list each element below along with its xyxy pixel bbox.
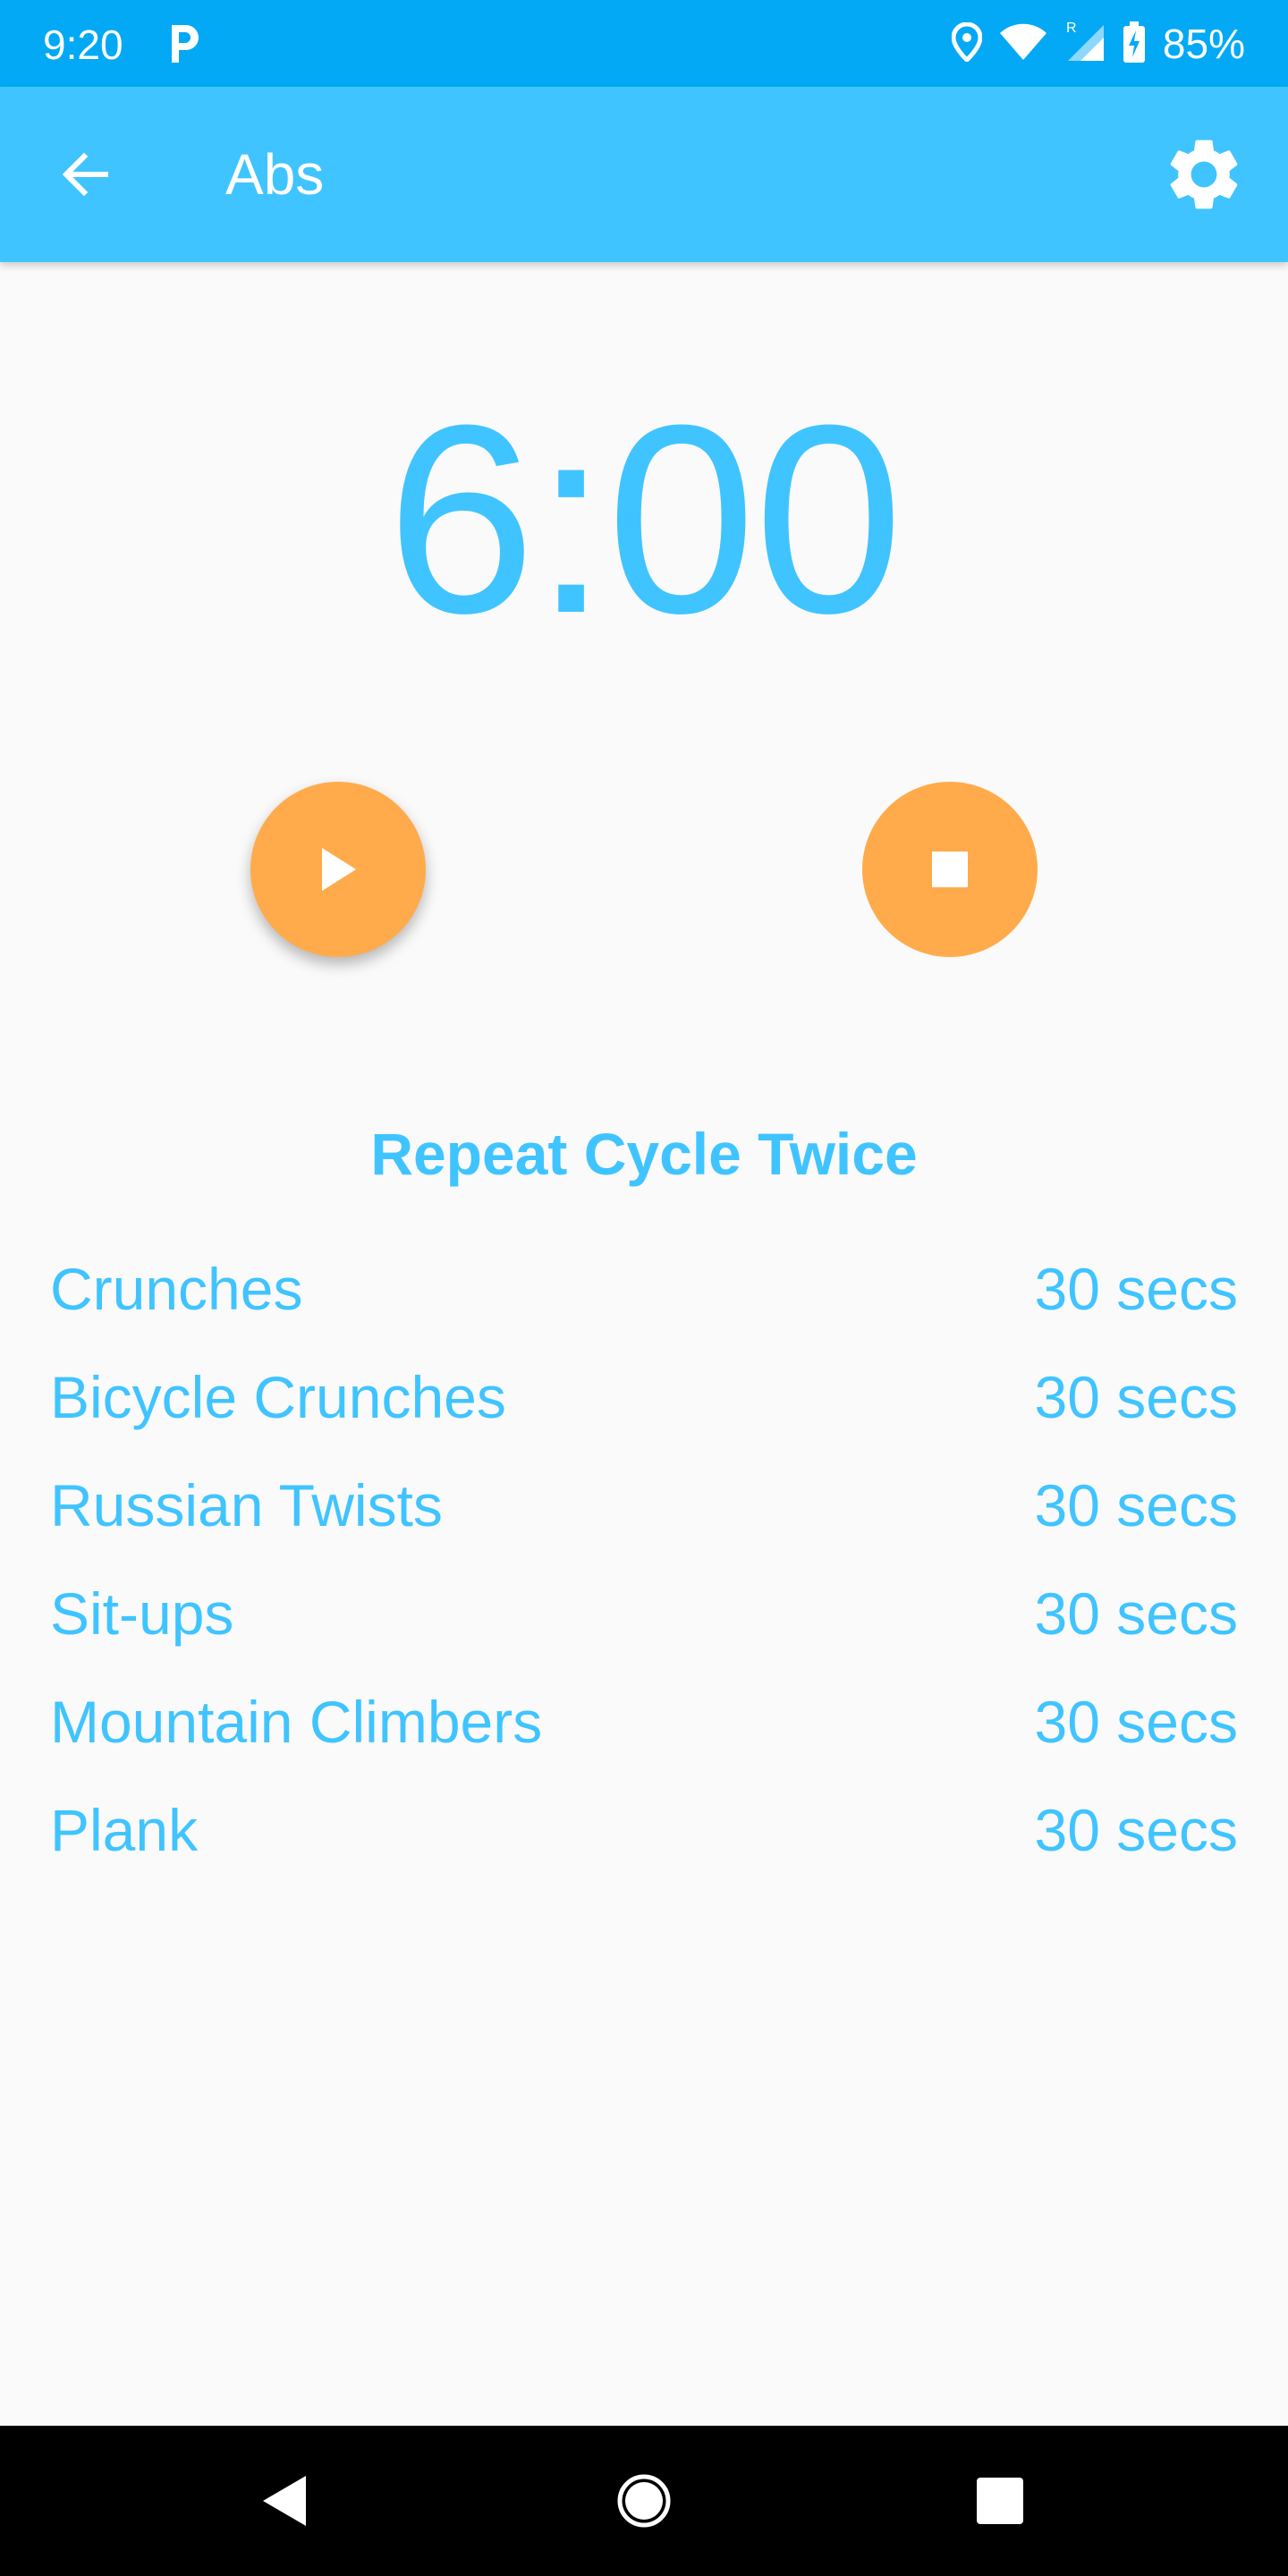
exercise-name: Bicycle Crunches: [50, 1363, 506, 1430]
stop-icon: [932, 852, 968, 887]
workout-title: Repeat Cycle Twice: [370, 1121, 918, 1187]
gear-icon: [1170, 140, 1238, 209]
exercise-list: Crunches 30 secs Bicycle Crunches 30 sec…: [50, 1234, 1238, 1884]
timer-display: 6:00: [386, 369, 903, 669]
location-icon: [951, 21, 983, 66]
arrow-back-icon: [62, 152, 108, 197]
exercise-name: Plank: [50, 1796, 199, 1863]
play-icon: [322, 848, 356, 891]
exercise-duration: 30 secs: [1034, 1688, 1238, 1755]
exercise-name: Mountain Climbers: [50, 1688, 543, 1755]
list-item: Russian Twists 30 secs: [50, 1451, 1238, 1559]
exercise-duration: 30 secs: [1034, 1255, 1238, 1322]
battery-percent: 85%: [1162, 21, 1245, 67]
list-item: Plank 30 secs: [50, 1775, 1238, 1884]
app-bar: Abs: [0, 87, 1288, 262]
svg-text:R: R: [1066, 21, 1077, 36]
wifi-icon: [998, 22, 1048, 66]
nav-home-button[interactable]: [590, 2447, 698, 2555]
nav-back-button[interactable]: [231, 2447, 338, 2555]
exercise-name: Sit-ups: [50, 1580, 234, 1647]
nav-home-icon: [617, 2474, 671, 2528]
parking-app-icon: [166, 21, 202, 66]
play-button[interactable]: [250, 782, 426, 957]
exercise-duration: 30 secs: [1034, 1796, 1238, 1863]
list-item: Sit-ups 30 secs: [50, 1559, 1238, 1667]
exercise-duration: 30 secs: [1034, 1363, 1238, 1430]
nav-recents-button[interactable]: [946, 2447, 1054, 2555]
system-nav-bar: [0, 2426, 1288, 2576]
page-title: Abs: [225, 142, 325, 207]
list-item: Mountain Climbers 30 secs: [50, 1667, 1238, 1775]
stop-button[interactable]: [862, 782, 1038, 957]
exercise-duration: 30 secs: [1034, 1580, 1238, 1647]
exercise-name: Crunches: [50, 1255, 303, 1322]
list-item: Crunches 30 secs: [50, 1234, 1238, 1343]
nav-recents-icon: [977, 2478, 1023, 2524]
list-item: Bicycle Crunches 30 secs: [50, 1343, 1238, 1451]
settings-button[interactable]: [1157, 128, 1250, 221]
status-icons: R 85%: [951, 16, 1245, 72]
exercise-name: Russian Twists: [50, 1471, 443, 1538]
exercise-duration: 30 secs: [1034, 1471, 1238, 1538]
back-button[interactable]: [43, 131, 129, 217]
status-bar: 9:20 R 85%: [0, 0, 1288, 87]
status-time: 9:20: [43, 21, 123, 68]
nav-back-icon: [263, 2476, 306, 2526]
signal-icon: R: [1064, 20, 1106, 69]
battery-charging-icon: [1122, 20, 1147, 69]
